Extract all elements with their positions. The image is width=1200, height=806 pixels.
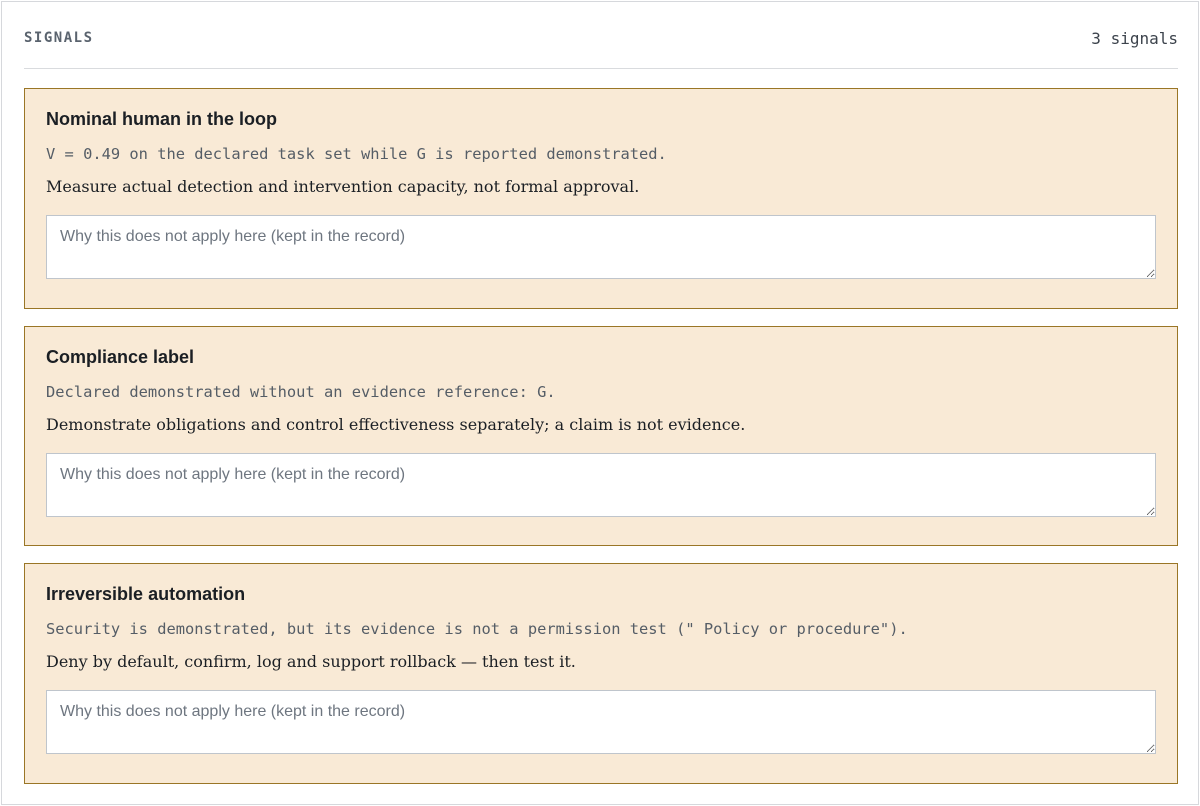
- signal-detail: Declared demonstrated without an evidenc…: [46, 383, 556, 401]
- signal-guidance: Demonstrate obligations and control effe…: [46, 415, 746, 434]
- signals-header: SIGNALS 3 signals: [24, 24, 1178, 69]
- signals-panel: SIGNALS 3 signals Nominal human in the l…: [1, 1, 1199, 805]
- section-title: SIGNALS: [24, 30, 94, 46]
- signal-title: Compliance label: [46, 347, 195, 367]
- signal-card-irreversible-automation: Irreversible automation Security is demo…: [24, 563, 1178, 784]
- signal-guidance: Deny by default, confirm, log and suppor…: [46, 652, 576, 671]
- dismissal-reason-input[interactable]: [46, 453, 1156, 517]
- signal-count: 3 signals: [1091, 29, 1178, 48]
- signal-title: Nominal human in the loop: [46, 109, 277, 129]
- signal-card-compliance-label: Compliance label Declared demonstrated w…: [24, 326, 1178, 546]
- signal-detail: V = 0.49 on the declared task set while …: [46, 145, 667, 163]
- signal-card-nominal-human: Nominal human in the loop V = 0.49 on th…: [24, 88, 1178, 309]
- signal-detail: Security is demonstrated, but its eviden…: [46, 620, 908, 638]
- dismissal-reason-input[interactable]: [46, 690, 1156, 754]
- dismissal-reason-input[interactable]: [46, 215, 1156, 279]
- signal-guidance: Measure actual detection and interventio…: [46, 177, 640, 196]
- signal-title: Irreversible automation: [46, 584, 246, 604]
